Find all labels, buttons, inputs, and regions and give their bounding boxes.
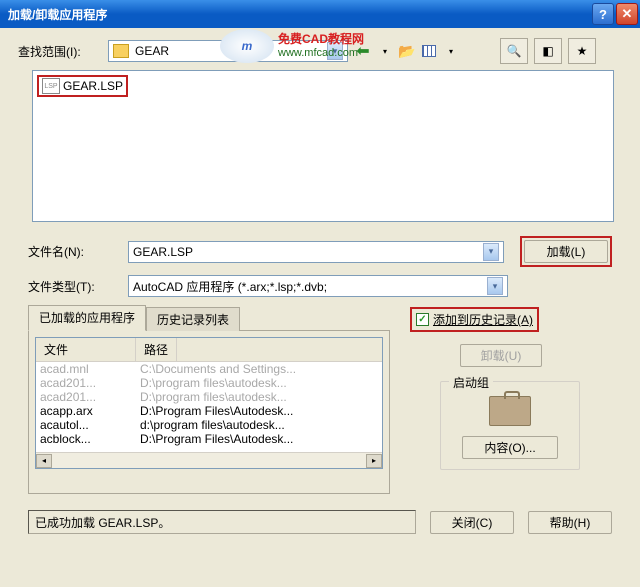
help-button[interactable]: 帮助(H) — [528, 511, 612, 534]
tool-preview-button[interactable]: ◧ — [534, 38, 562, 64]
tab-loaded-apps[interactable]: 已加载的应用程序 — [28, 305, 146, 331]
file-item-gear-lsp[interactable]: LSP GEAR.LSP — [37, 75, 128, 97]
tool-find-button[interactable]: 🔍 — [500, 38, 528, 64]
lsp-file-icon: LSP — [42, 78, 60, 94]
filetype-value: AutoCAD 应用程序 (*.arx;*.lsp;*.dvb; — [133, 278, 487, 295]
list-header: 文件 路径 — [36, 338, 382, 362]
view-dropdown[interactable]: ▾ — [442, 42, 460, 60]
lookin-label: 查找范围(I): — [18, 43, 108, 60]
tab-panel-loaded: 文件 路径 acad.mnlC:\Documents and Settings.… — [28, 330, 390, 494]
filename-value: GEAR.LSP — [133, 245, 483, 259]
filename-label: 文件名(N): — [28, 243, 128, 260]
lookin-dropdown-button[interactable]: ▾ — [327, 42, 343, 60]
tool-favorite-button[interactable]: ★ — [568, 38, 596, 64]
back-button[interactable]: ⬅ — [354, 42, 372, 60]
startup-group-legend: 启动组 — [449, 374, 493, 391]
load-button[interactable]: 加载(L) — [524, 240, 608, 263]
lookin-combo[interactable]: GEAR ▾ — [108, 40, 348, 62]
briefcase-icon[interactable] — [489, 396, 531, 426]
lookin-value: GEAR — [135, 44, 327, 58]
tab-strip: 已加载的应用程序 历史记录列表 — [28, 305, 390, 331]
titlebar-help-button[interactable]: ? — [592, 3, 614, 25]
list-row[interactable]: acad201...D:\program files\autodesk... — [36, 376, 382, 390]
nav-toolbar: ⬅ ▾ 📂 ▾ — [354, 42, 460, 60]
file-list[interactable]: LSP GEAR.LSP — [32, 70, 614, 222]
list-row[interactable]: acautol...d:\program files\autodesk... — [36, 418, 382, 432]
filetype-dropdown-button[interactable]: ▾ — [487, 277, 503, 295]
list-row[interactable]: acad.mnlC:\Documents and Settings... — [36, 362, 382, 376]
window-title: 加载/卸载应用程序 — [8, 6, 590, 23]
close-button[interactable]: 关闭(C) — [430, 511, 514, 534]
folder-icon — [113, 44, 129, 58]
list-row[interactable]: acad201...D:\program files\autodesk... — [36, 390, 382, 404]
filename-combo[interactable]: GEAR.LSP ▾ — [128, 241, 504, 263]
status-bar: 已成功加载 GEAR.LSP。 — [28, 510, 416, 534]
list-row[interactable]: acblock...D:\Program Files\Autodesk... — [36, 432, 382, 446]
titlebar-close-button[interactable]: ✕ — [616, 3, 638, 25]
scroll-right-button[interactable]: ▸ — [366, 454, 382, 468]
filetype-label: 文件类型(T): — [28, 278, 128, 295]
contents-button[interactable]: 内容(O)... — [462, 436, 558, 459]
horizontal-scrollbar[interactable]: ◂ ▸ — [36, 452, 382, 468]
header-path[interactable]: 路径 — [136, 338, 177, 361]
startup-group-fieldset: 启动组 内容(O)... — [440, 381, 580, 470]
unload-button: 卸载(U) — [460, 344, 542, 367]
up-button[interactable]: 📂 — [398, 42, 416, 60]
filename-dropdown-button[interactable]: ▾ — [483, 243, 499, 261]
view-button[interactable] — [420, 42, 438, 60]
header-file[interactable]: 文件 — [36, 338, 136, 361]
back-dropdown[interactable]: ▾ — [376, 42, 394, 60]
scroll-left-button[interactable]: ◂ — [36, 454, 52, 468]
filetype-combo[interactable]: AutoCAD 应用程序 (*.arx;*.lsp;*.dvb; ▾ — [128, 275, 508, 297]
add-to-history-checkbox[interactable]: ✓ — [416, 313, 429, 326]
loaded-apps-list[interactable]: 文件 路径 acad.mnlC:\Documents and Settings.… — [35, 337, 383, 469]
titlebar: 加载/卸载应用程序 ? ✕ — [0, 0, 640, 28]
add-to-history-label: 添加到历史记录(A) — [433, 311, 533, 328]
list-row[interactable]: acapp.arxD:\Program Files\Autodesk... — [36, 404, 382, 418]
tab-history[interactable]: 历史记录列表 — [146, 307, 240, 331]
